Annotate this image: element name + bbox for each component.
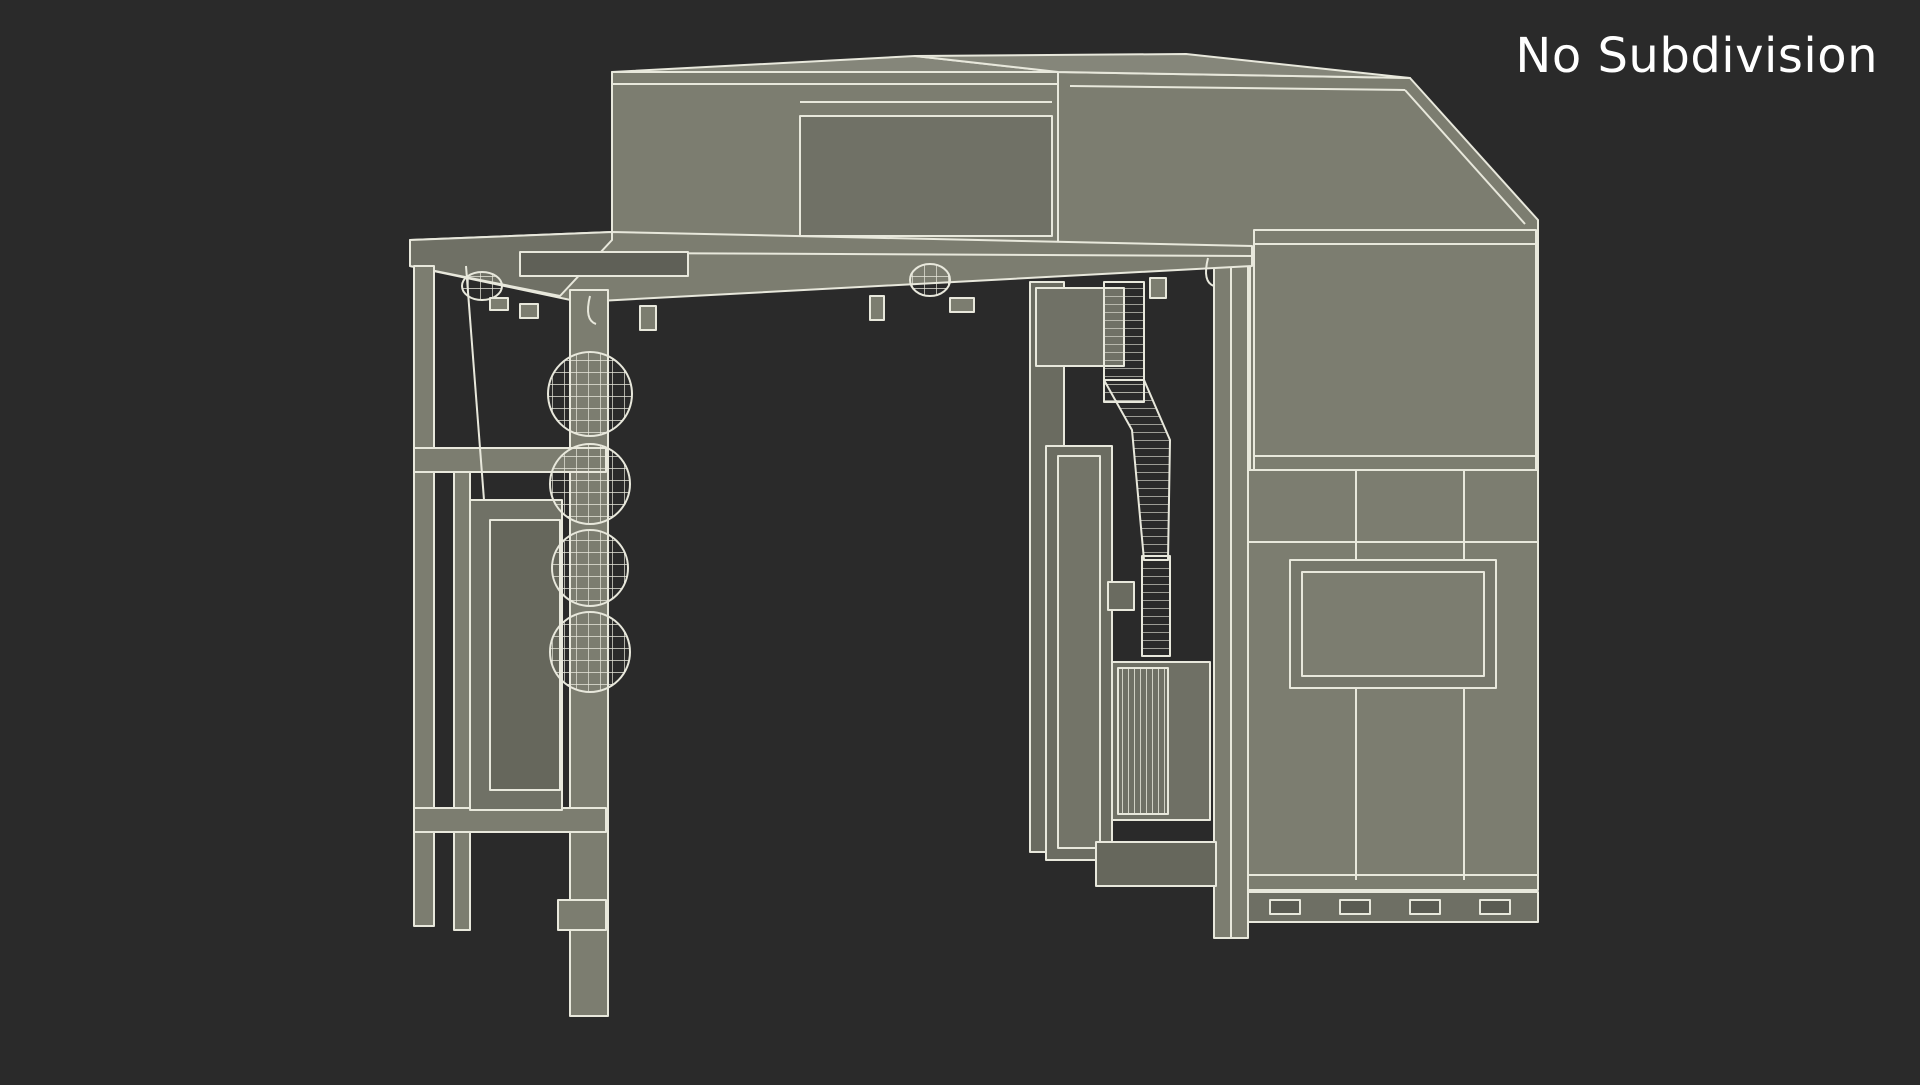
disc-filter-4 xyxy=(549,611,631,693)
cabinet-upper-panel xyxy=(1253,229,1537,471)
wireframe-model xyxy=(409,53,1539,1017)
render-viewport: No Subdivision xyxy=(0,0,1920,1080)
disc-filter-3 xyxy=(551,529,629,607)
inner-machinery xyxy=(1029,281,1217,887)
cabinet-lower-panel xyxy=(1247,469,1539,923)
subdivision-caption: No Subdivision xyxy=(1515,28,1878,84)
roof-box-left xyxy=(611,55,1059,259)
disc-filter-1 xyxy=(547,351,633,437)
cabinet-side-strip xyxy=(1213,249,1249,939)
disc-filter-2 xyxy=(549,443,631,525)
